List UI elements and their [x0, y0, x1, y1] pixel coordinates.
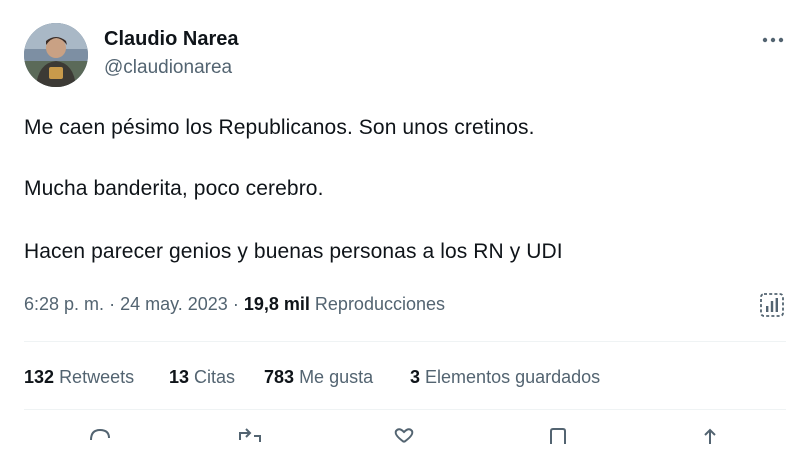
share-icon[interactable]	[696, 426, 724, 446]
author-name[interactable]: Claudio Narea	[104, 28, 238, 51]
tweet-card: Claudio Narea @claudionarea Me caen pési…	[0, 0, 800, 444]
avatar[interactable]	[24, 23, 88, 87]
views-count: 19,8 mil	[243, 294, 310, 314]
quotes-label: Citas	[194, 367, 236, 387]
like-icon[interactable]	[390, 426, 418, 446]
analytics-icon[interactable]	[758, 291, 786, 319]
likes-stat[interactable]: 783 Me gusta	[264, 367, 373, 388]
retweets-stat[interactable]: 132 Retweets	[24, 367, 134, 388]
more-options-icon[interactable]	[760, 30, 786, 50]
retweets-label: Retweets	[59, 367, 135, 387]
tweet-text-line: Hacen parecer genios y buenas personas a…	[24, 240, 563, 263]
divider	[24, 341, 786, 342]
bookmarks-label: Elementos guardados	[425, 367, 601, 387]
retweet-icon[interactable]	[236, 426, 264, 446]
reply-icon[interactable]	[86, 426, 114, 446]
bookmark-icon[interactable]	[544, 426, 572, 446]
bookmarks-stat[interactable]: 3 Elementos guardados	[410, 367, 600, 388]
tweet-text-line: Me caen pésimo los Republicanos. Son uno…	[24, 116, 535, 139]
meta-separator: ·	[109, 294, 116, 314]
likes-label: Me gusta	[299, 367, 374, 387]
likes-count: 783	[264, 367, 295, 387]
meta-separator: ·	[232, 294, 239, 314]
retweets-count: 132	[24, 367, 55, 387]
tweet-time[interactable]: 6:28 p. m.	[24, 294, 104, 314]
tweet-date[interactable]: 24 may. 2023	[120, 294, 228, 314]
bookmarks-count: 3	[410, 367, 421, 387]
divider	[24, 409, 786, 410]
author-handle[interactable]: @claudionarea	[104, 57, 232, 79]
tweet-meta: 6:28 p. m. · 24 may. 2023 · 19,8 mil Rep…	[24, 294, 445, 315]
quotes-stat[interactable]: 13 Citas	[169, 367, 235, 388]
user-photo-icon	[24, 23, 88, 87]
views-label: Reproducciones	[314, 294, 445, 314]
tweet-text-line: Mucha banderita, poco cerebro.	[24, 177, 324, 200]
quotes-count: 13	[169, 367, 190, 387]
